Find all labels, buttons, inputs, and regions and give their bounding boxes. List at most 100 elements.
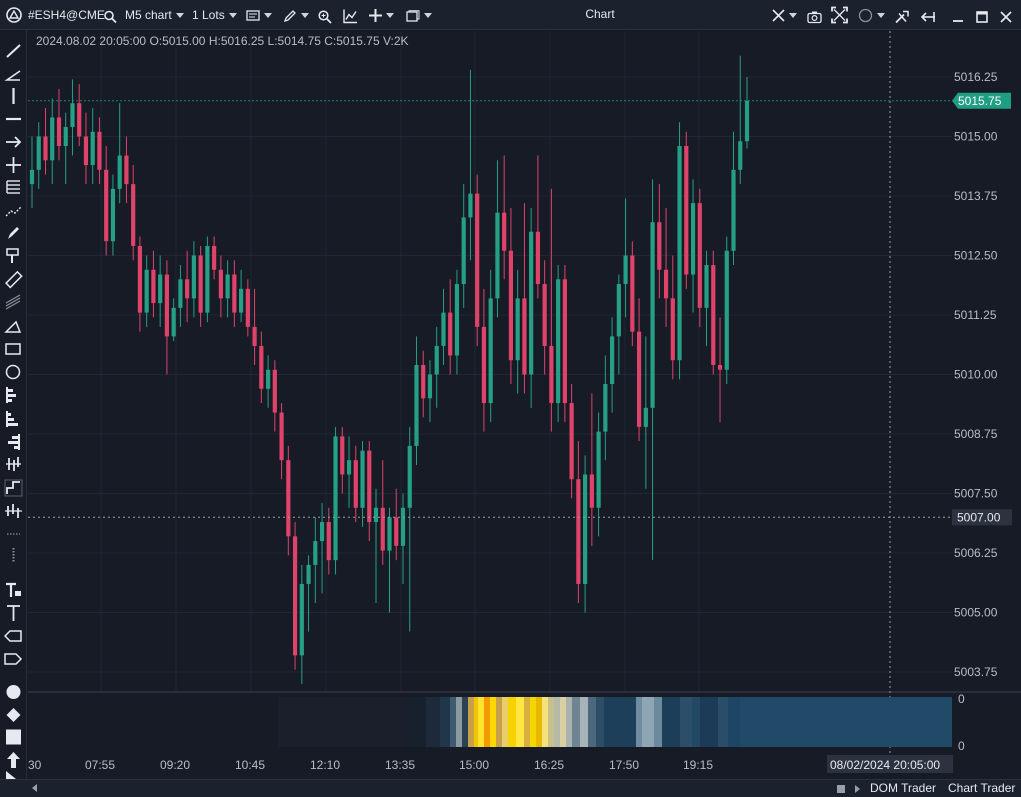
candle <box>738 55 743 185</box>
candle-body <box>421 364 426 399</box>
drawing-tool-dropdown[interactable] <box>283 6 309 24</box>
scrollbar-handle-icon[interactable] <box>836 784 846 794</box>
search-icon[interactable] <box>104 8 117 26</box>
horizontal-line-icon[interactable] <box>4 110 23 128</box>
footprint-tool-icon[interactable] <box>4 455 23 473</box>
pen-tool-icon[interactable] <box>4 224 23 242</box>
scroll-right-icon[interactable] <box>852 784 862 794</box>
ellipse-tool-icon[interactable] <box>4 363 23 381</box>
candle <box>151 250 156 318</box>
arrow-tool-icon[interactable] <box>4 133 23 151</box>
candle-body <box>259 345 264 389</box>
text-lock-tool-icon[interactable] <box>4 581 23 599</box>
bar-pattern-tool-icon[interactable] <box>4 502 23 520</box>
zoom-icon[interactable] <box>318 8 332 26</box>
chevron-down-icon <box>264 13 272 19</box>
heatmap-cell <box>642 697 654 747</box>
vertical-line-icon[interactable] <box>4 87 23 105</box>
price-tick-label: 5016.25 <box>954 70 998 84</box>
scroll-left-icon[interactable] <box>32 784 37 792</box>
link-dropdown[interactable] <box>772 6 797 24</box>
candle <box>117 103 122 204</box>
channel-tool-icon[interactable] <box>4 294 23 312</box>
timeframe-dropdown[interactable]: M5 chart <box>125 6 184 24</box>
indicators-icon[interactable] <box>343 7 358 25</box>
candle-body <box>252 326 257 346</box>
candle-body <box>43 136 48 161</box>
market-profile-icon[interactable] <box>4 433 23 451</box>
step-line-tool-icon[interactable] <box>4 479 23 497</box>
heatmap-cell <box>662 697 680 747</box>
diamond-marker-icon[interactable] <box>4 706 23 724</box>
candles-layer <box>29 55 750 684</box>
candle-body <box>306 564 311 584</box>
lots-dropdown[interactable]: 1 Lots <box>192 6 237 24</box>
triangle-tool-icon[interactable] <box>4 317 23 335</box>
bar-list-icon <box>246 10 260 21</box>
candle <box>245 279 250 337</box>
crosshair-tool-icon[interactable] <box>4 156 23 174</box>
candle <box>299 564 304 684</box>
candle-body <box>448 312 453 356</box>
candle <box>239 269 244 323</box>
rectangle-tool-icon[interactable] <box>4 340 23 358</box>
candle <box>427 360 433 423</box>
candle-body <box>508 250 514 361</box>
camera-icon[interactable] <box>807 8 822 26</box>
maximize-icon[interactable] <box>976 8 988 26</box>
fibonacci-tool-icon[interactable] <box>4 178 23 196</box>
brush-tool-icon[interactable] <box>4 247 23 265</box>
time-tick-label: 30 <box>28 758 42 772</box>
bottom-bar: DOM Trader Chart Trader <box>0 779 1021 797</box>
candle-body <box>610 336 615 385</box>
tag-tool-icon[interactable] <box>4 650 23 668</box>
candle-body <box>663 269 669 299</box>
heatmap-cell <box>588 697 596 747</box>
price-label-tool-icon[interactable] <box>4 627 23 645</box>
drag-handle-icon[interactable] <box>4 546 23 564</box>
window-dropdown[interactable] <box>406 6 432 24</box>
unpin-icon[interactable] <box>921 8 936 26</box>
heatmap-cell <box>462 697 468 747</box>
circle-icon <box>858 9 873 23</box>
minimize-icon[interactable] <box>952 8 964 26</box>
close-icon[interactable] <box>1000 8 1012 26</box>
ruler-tool-icon[interactable] <box>4 271 23 289</box>
candle-body <box>83 136 89 166</box>
tools-icon[interactable] <box>895 8 909 26</box>
heatmap-cell <box>524 697 530 747</box>
volume-profile-alt-icon[interactable] <box>4 410 23 428</box>
angle-tool-icon[interactable] <box>4 65 23 83</box>
heatmap-cell <box>718 697 728 747</box>
horizontal-scrollbar[interactable] <box>42 783 832 794</box>
more-tools-handle-icon[interactable] <box>4 525 23 543</box>
candle <box>191 241 196 318</box>
polyline-tool-icon[interactable] <box>4 202 23 220</box>
chart-area[interactable]: 5007.00 5015.75 08/02/2024 20:05:00 5016.2… <box>28 31 1021 779</box>
candle-body <box>380 507 385 551</box>
line-tool-icon[interactable] <box>4 42 23 60</box>
symbol-selector[interactable]: #ESH4@CME <box>28 6 105 24</box>
chart-type-dropdown[interactable] <box>246 6 272 24</box>
color-dropdown[interactable] <box>858 6 885 24</box>
arrow-up-marker-icon[interactable] <box>4 751 23 769</box>
heatmap-layer <box>278 697 952 747</box>
heatmap-cell <box>542 697 548 747</box>
volume-profile-icon[interactable] <box>4 386 23 404</box>
circle-marker-icon[interactable] <box>4 683 23 701</box>
candle <box>569 384 574 499</box>
more-markers-icon[interactable] <box>4 771 23 779</box>
window-title: Chart <box>585 7 615 21</box>
candle-body <box>50 117 55 161</box>
square-marker-icon[interactable] <box>4 728 23 746</box>
tab-dom-trader[interactable]: DOM Trader <box>870 781 936 795</box>
candle-body <box>212 245 217 270</box>
tab-chart-trader[interactable]: Chart Trader <box>948 781 1015 795</box>
fullscreen-icon[interactable] <box>831 6 848 24</box>
price-tick-label: 5005.00 <box>954 606 998 620</box>
heatmap-cell <box>572 697 580 747</box>
text-tool-icon[interactable] <box>4 604 23 622</box>
add-dropdown[interactable] <box>369 6 394 24</box>
price-chart[interactable]: 5007.00 5015.75 08/02/2024 20:05:00 5016.2… <box>28 31 1021 779</box>
axis-labels-layer: 5016.25 5015.00 5013.75 5012.50 5011.25 5010.… <box>28 70 998 772</box>
